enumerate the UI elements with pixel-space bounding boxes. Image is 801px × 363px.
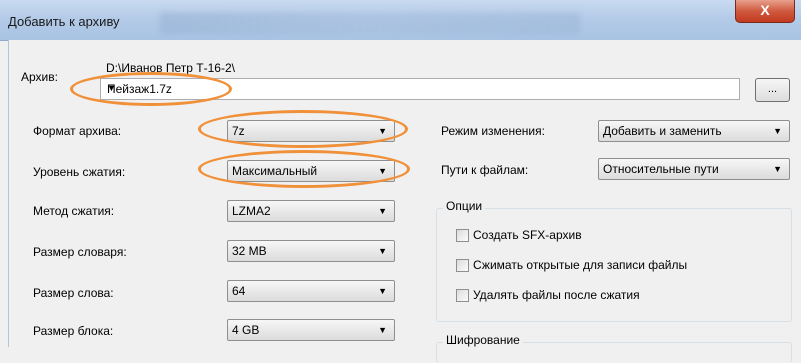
chevron-down-icon: ▼ [773, 126, 782, 136]
method-value: LZMA2 [232, 204, 271, 218]
format-select[interactable]: 7z ▼ [227, 120, 395, 142]
dict-value: 32 MB [232, 244, 267, 258]
chevron-down-icon: ▼ [378, 246, 387, 256]
format-value: 7z [232, 124, 245, 138]
sfx-checkbox[interactable] [456, 229, 469, 242]
update-mode-select[interactable]: Добавить и заменить ▼ [598, 120, 790, 142]
method-select[interactable]: LZMA2 ▼ [227, 200, 395, 222]
update-mode-label: Режим изменения: [441, 124, 545, 138]
shared-files-label: Сжимать открытые для записи файлы [473, 258, 688, 272]
word-label: Размер слова: [33, 286, 114, 300]
chevron-down-icon: ▼ [773, 164, 782, 174]
dict-label: Размер словаря: [33, 245, 127, 259]
chevron-down-icon: ▼ [378, 325, 387, 335]
chevron-down-icon: ▼ [378, 166, 387, 176]
delete-after-checkbox[interactable] [456, 289, 469, 302]
browse-button[interactable]: ... [755, 78, 790, 102]
close-icon: X [760, 2, 770, 18]
delete-after-label: Удалять файлы после сжатия [473, 288, 640, 302]
close-button[interactable]: X [735, 0, 795, 23]
chevron-down-icon: ▼ [378, 126, 387, 136]
block-select[interactable]: 4 GB ▼ [227, 319, 395, 341]
word-select[interactable]: 64 ▼ [227, 280, 395, 302]
level-value: Максимальный [232, 164, 318, 178]
update-mode-value: Добавить и заменить [603, 124, 722, 138]
word-value: 64 [232, 284, 246, 298]
block-label: Размер блока: [33, 324, 114, 338]
paths-label: Пути к файлам: [441, 163, 529, 177]
shared-files-checkbox[interactable] [456, 259, 469, 272]
window-title: Добавить к архиву [8, 14, 120, 29]
chevron-down-icon: ▼ [378, 206, 387, 216]
title-bar-background [160, 12, 580, 34]
method-label: Метод сжатия: [33, 204, 115, 218]
options-group-title: Опции [443, 199, 486, 213]
title-bar: Добавить к архиву X [0, 0, 801, 41]
format-label: Формат архива: [33, 124, 122, 138]
dict-select[interactable]: 32 MB ▼ [227, 240, 395, 262]
archive-name-input[interactable]: Пейзаж1.7z ▼ [100, 78, 740, 100]
archive-label: Архив: [21, 70, 58, 84]
chevron-down-icon: ▼ [378, 286, 387, 296]
level-label: Уровень сжатия: [33, 165, 126, 179]
level-select[interactable]: Максимальный ▼ [227, 160, 395, 182]
archive-path: D:\Иванов Петр Т-16-2\ [106, 61, 235, 75]
paths-select[interactable]: Относительные пути ▼ [598, 158, 790, 180]
sfx-label: Создать SFX-архив [473, 228, 582, 242]
block-value: 4 GB [232, 323, 260, 337]
chevron-down-icon[interactable]: ▼ [107, 83, 731, 93]
encryption-group-title: Шифрование [443, 333, 523, 347]
paths-value: Относительные пути [603, 162, 719, 176]
